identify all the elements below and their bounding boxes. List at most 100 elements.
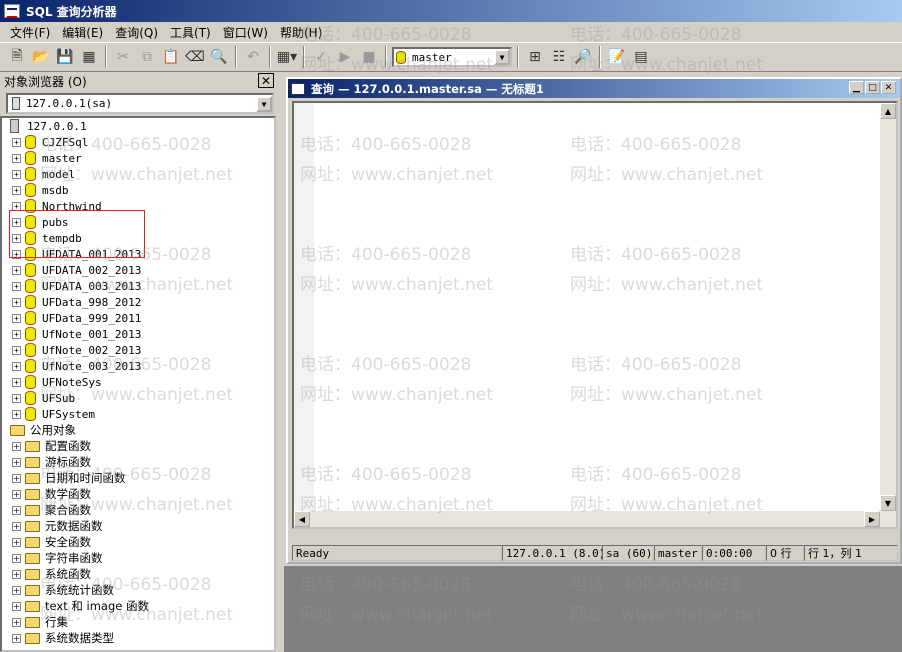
find-icon[interactable]: 🔍 [208, 46, 230, 68]
maximize-icon[interactable]: □ [865, 81, 880, 94]
tree-folder-item[interactable]: + 行集 [2, 614, 274, 630]
expand-plus-icon[interactable]: + [12, 313, 21, 323]
expand-plus-icon[interactable]: + [12, 297, 21, 307]
expand-plus-icon[interactable]: + [12, 569, 21, 579]
object-browser-icon[interactable]: ☷ [548, 46, 570, 68]
tree-database-item[interactable]: + UFDATA_002_2013 [2, 262, 274, 278]
tree-database-item[interactable]: + UfNote_002_2013 [2, 342, 274, 358]
tree-folder-item[interactable]: + 游标函数 [2, 454, 274, 470]
save-icon[interactable]: 💾 [54, 46, 76, 68]
tree-database-item[interactable]: + UfNote_003_2013 [2, 358, 274, 374]
tree-database-item[interactable]: + UfNote_001_2013 [2, 326, 274, 342]
toolbar-separator [599, 46, 601, 68]
tree-folder-item[interactable]: + 系统函数 [2, 566, 274, 582]
tree-folder-item[interactable]: + text 和 image 函数 [2, 598, 274, 614]
copy-icon[interactable]: ⧉ [136, 46, 158, 68]
expand-plus-icon[interactable]: + [12, 345, 21, 355]
tree-folder-item[interactable]: + 聚合函数 [2, 502, 274, 518]
tree-folder-item[interactable]: + 元数据函数 [2, 518, 274, 534]
tree-database-item[interactable]: + CJZFSql [2, 134, 274, 150]
insert-template-icon[interactable]: ▦ [78, 46, 100, 68]
expand-plus-icon[interactable]: + [12, 377, 21, 387]
scroll-right-icon[interactable]: ▶ [864, 511, 880, 527]
close-icon[interactable]: ✕ [258, 73, 274, 88]
tree-root[interactable]: 127.0.0.1 [2, 118, 274, 134]
cut-icon[interactable]: ✂ [112, 46, 134, 68]
tree-common-objects[interactable]: 公用对象 [2, 422, 274, 438]
database-select[interactable]: master ▼ [392, 47, 512, 67]
tree-database-item[interactable]: + UFSub [2, 390, 274, 406]
scroll-up-icon[interactable]: ▲ [880, 103, 896, 119]
menu-edit[interactable]: 编辑(E) [56, 24, 109, 41]
expand-plus-icon[interactable]: + [12, 553, 21, 563]
expand-plus-icon[interactable]: + [12, 601, 21, 611]
tree-folder-item[interactable]: + 配置函数 [2, 438, 274, 454]
expand-plus-icon[interactable]: + [12, 617, 21, 627]
tree-database-item[interactable]: + model [2, 166, 274, 182]
new-query-icon[interactable]: 🗎 [6, 46, 28, 68]
tree-database-item[interactable]: + UFData_998_2012 [2, 294, 274, 310]
vertical-scrollbar[interactable]: ▲ ▼ [880, 103, 896, 527]
open-folder-icon[interactable]: 📂 [30, 46, 52, 68]
results-mode-icon[interactable]: ▦▾ [276, 46, 298, 68]
expand-plus-icon[interactable]: + [12, 473, 21, 483]
stop-icon[interactable]: ■ [358, 46, 380, 68]
expand-plus-icon[interactable]: + [12, 169, 21, 179]
expand-plus-icon[interactable]: + [12, 489, 21, 499]
minimize-icon[interactable]: ▁ [849, 81, 864, 94]
tree-folder-item[interactable]: + 字符串函数 [2, 550, 274, 566]
expand-plus-icon[interactable]: + [12, 185, 21, 195]
expand-plus-icon[interactable]: + [12, 361, 21, 371]
tree-folder-item[interactable]: + 数学函数 [2, 486, 274, 502]
expand-plus-icon[interactable]: + [12, 457, 21, 467]
execution-plan-icon[interactable]: ⊞ [524, 46, 546, 68]
server-combo[interactable]: 127.0.0.1(sa) ▼ [6, 93, 274, 114]
expand-plus-icon[interactable]: + [12, 281, 21, 291]
close-icon[interactable]: ✕ [881, 81, 896, 94]
menu-window[interactable]: 窗口(W) [217, 24, 274, 41]
menu-tools[interactable]: 工具(T) [164, 24, 217, 41]
expand-plus-icon[interactable]: + [12, 441, 21, 451]
expand-plus-icon[interactable]: + [12, 521, 21, 531]
tree-database-item[interactable]: + msdb [2, 182, 274, 198]
scroll-down-icon[interactable]: ▼ [880, 495, 896, 511]
expand-plus-icon[interactable]: + [12, 505, 21, 515]
chevron-down-icon[interactable]: ▼ [494, 49, 510, 65]
expand-plus-icon[interactable]: + [12, 329, 21, 339]
chevron-down-icon[interactable]: ▼ [256, 96, 272, 112]
expand-plus-icon[interactable]: + [12, 393, 21, 403]
scroll-left-icon[interactable]: ◀ [294, 511, 310, 527]
query-editor[interactable]: ▲ ▼ ◀ ▶ [292, 101, 898, 529]
tree-database-item[interactable]: + UFSystem [2, 406, 274, 422]
expand-plus-icon[interactable]: + [12, 537, 21, 547]
parse-check-icon[interactable]: ✓ [310, 46, 332, 68]
menu-help[interactable]: 帮助(H) [274, 24, 328, 41]
tree-database-item[interactable]: + master [2, 150, 274, 166]
expand-plus-icon[interactable]: + [12, 409, 21, 419]
expand-plus-icon[interactable]: + [12, 153, 21, 163]
horizontal-scrollbar[interactable]: ◀ ▶ [294, 511, 896, 527]
expand-plus-icon[interactable]: + [12, 265, 21, 275]
paste-icon[interactable]: 📋 [160, 46, 182, 68]
tree-folder-item[interactable]: + 日期和时间函数 [2, 470, 274, 486]
expand-plus-icon[interactable]: + [12, 137, 21, 147]
expand-plus-icon[interactable]: + [12, 585, 21, 595]
properties-icon[interactable]: 📝 [606, 46, 628, 68]
execute-icon[interactable]: ▶ [334, 46, 356, 68]
show-results-icon[interactable]: ▤ [630, 46, 652, 68]
undo-icon[interactable]: ↶ [242, 46, 264, 68]
tree-database-item[interactable]: + UFDATA_003_2013 [2, 278, 274, 294]
object-search-icon[interactable]: 🔎 [572, 46, 594, 68]
tree-folder-item[interactable]: + 系统统计函数 [2, 582, 274, 598]
tree-folder-item[interactable]: + 系统数据类型 [2, 630, 274, 646]
expand-plus-icon[interactable]: + [12, 633, 21, 643]
tree-database-item[interactable]: + UFData_999_2011 [2, 310, 274, 326]
menu-query[interactable]: 查询(Q) [109, 24, 164, 41]
tree-database-item[interactable]: + UFNoteSys [2, 374, 274, 390]
tree-folder-item[interactable]: + 安全函数 [2, 534, 274, 550]
splitter[interactable] [276, 72, 284, 652]
database-icon [25, 167, 36, 181]
object-tree[interactable]: 127.0.0.1 + CJZFSql + master + model + msdb + Nor… [0, 116, 276, 652]
clear-window-icon[interactable]: ⌫ [184, 46, 206, 68]
menu-file[interactable]: 文件(F) [4, 24, 56, 41]
